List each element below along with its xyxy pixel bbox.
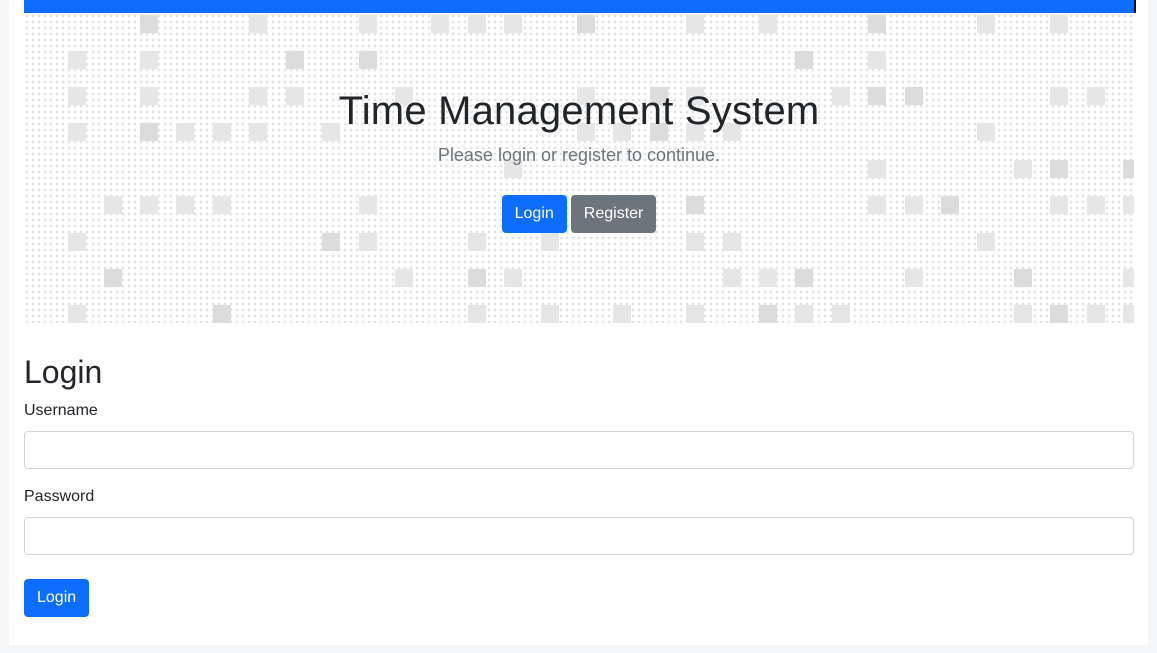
pattern-square — [723, 233, 741, 251]
pattern-square — [868, 15, 886, 33]
password-label: Password — [24, 488, 95, 505]
pattern-square — [504, 269, 522, 287]
pattern-square — [468, 233, 486, 251]
pattern-square — [905, 269, 923, 287]
pattern-square — [723, 269, 741, 287]
pattern-square — [759, 269, 777, 287]
top-accent-bar — [24, 0, 1136, 13]
pattern-square — [1087, 305, 1105, 323]
pattern-square — [1050, 305, 1068, 323]
pattern-square — [359, 51, 377, 69]
login-submit-button[interactable]: Login — [24, 579, 90, 617]
pattern-square — [431, 15, 449, 33]
hero-pattern-overlay — [24, 13, 1134, 323]
pattern-square — [759, 15, 777, 33]
pattern-square — [795, 269, 813, 287]
pattern-square — [249, 15, 267, 33]
pattern-square — [468, 269, 486, 287]
pattern-square — [359, 15, 377, 33]
username-label: Username — [24, 402, 98, 419]
hero-register-button[interactable]: Register — [570, 195, 657, 233]
pattern-square — [1050, 15, 1068, 33]
pattern-square — [213, 305, 231, 323]
password-input[interactable] — [24, 517, 1134, 555]
pattern-square — [759, 305, 777, 323]
pattern-square — [68, 305, 86, 323]
pattern-square — [795, 51, 813, 69]
pattern-square — [68, 51, 86, 69]
pattern-square — [322, 233, 340, 251]
pattern-square — [395, 269, 413, 287]
pattern-square — [686, 305, 704, 323]
pattern-square — [541, 233, 559, 251]
hero-banner: Time Management System Please login or r… — [24, 13, 1134, 323]
pattern-square — [504, 15, 522, 33]
pattern-square — [795, 305, 813, 323]
pattern-square — [468, 305, 486, 323]
pattern-square — [977, 233, 995, 251]
pattern-square — [868, 51, 886, 69]
pattern-square — [686, 233, 704, 251]
page-title: Time Management System — [338, 89, 820, 133]
pattern-square — [686, 15, 704, 33]
pattern-square — [977, 15, 995, 33]
pattern-square — [1123, 269, 1134, 287]
pattern-square — [541, 305, 559, 323]
hero-subtitle: Please login or register to continue. — [437, 145, 721, 165]
pattern-square — [286, 51, 304, 69]
pattern-square — [577, 15, 595, 33]
pattern-square — [613, 305, 631, 323]
pattern-square — [832, 305, 850, 323]
hero-buttons: Login Register — [24, 195, 1134, 233]
pattern-square — [468, 15, 486, 33]
pattern-square — [140, 51, 158, 69]
pattern-square — [1014, 269, 1032, 287]
pattern-square — [104, 269, 122, 287]
pattern-square — [359, 233, 377, 251]
login-form-title: Login — [24, 354, 103, 390]
username-input[interactable] — [24, 431, 1134, 469]
hero-login-button[interactable]: Login — [501, 195, 567, 233]
pattern-square — [140, 15, 158, 33]
pattern-square — [68, 233, 86, 251]
pattern-square — [1123, 305, 1134, 323]
pattern-square — [1014, 305, 1032, 323]
